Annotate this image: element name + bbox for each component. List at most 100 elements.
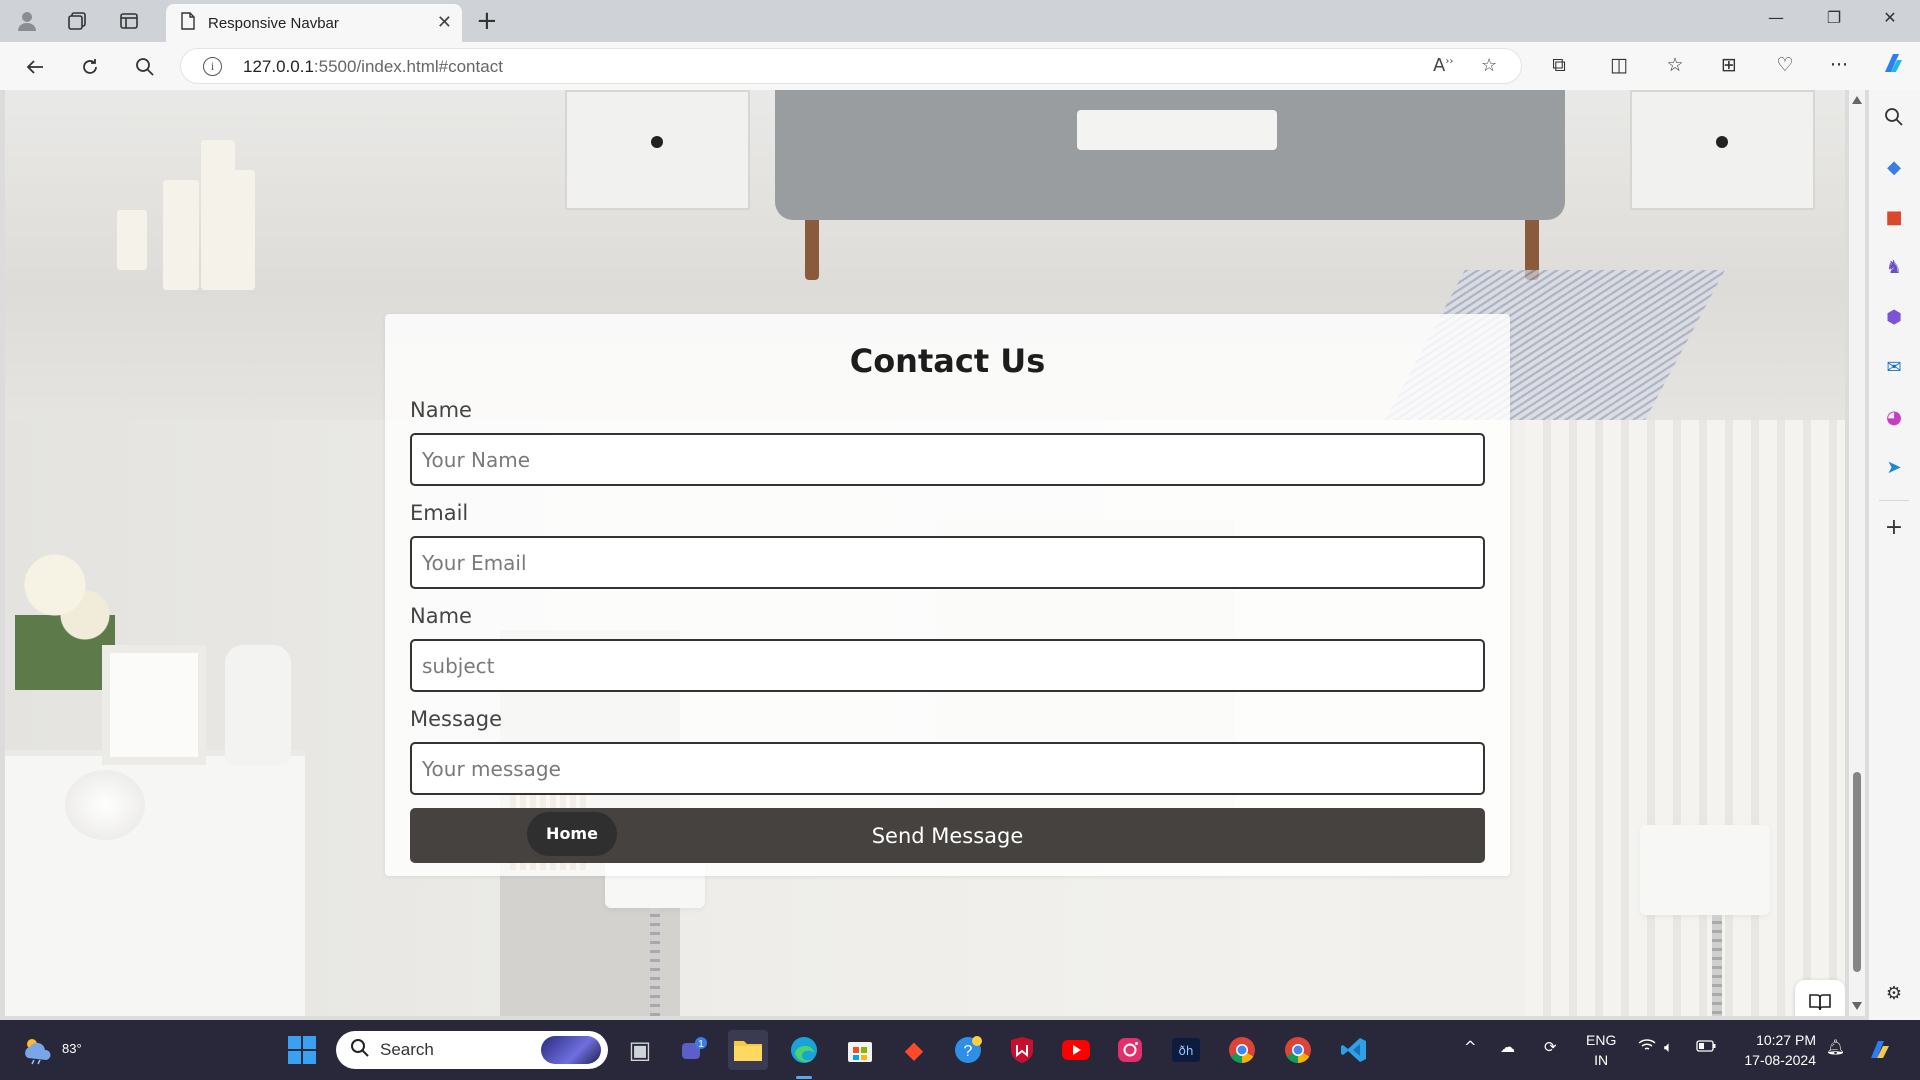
page-icon	[180, 12, 196, 34]
back-icon[interactable]	[20, 52, 50, 82]
url-text: 127.0.0.1:5500/index.html#contact	[243, 57, 503, 76]
svg-text:?: ?	[964, 1043, 973, 1060]
close-window-icon[interactable]: ✕	[1870, 8, 1910, 27]
search-icon[interactable]	[130, 52, 160, 82]
onedrive-icon[interactable]: ☁	[1500, 1038, 1515, 1056]
subject-input[interactable]	[410, 639, 1485, 692]
system-clock[interactable]: 10:27 PM 17-08-2024	[1740, 1030, 1816, 1070]
pitcher	[225, 645, 291, 765]
help-icon[interactable]: ?	[948, 1030, 988, 1070]
search-placeholder: Search	[380, 1040, 434, 1059]
minimize-icon[interactable]: —	[1756, 8, 1796, 27]
home-button[interactable]: Home	[527, 812, 617, 856]
more-menu-icon[interactable]: ···	[1824, 54, 1854, 76]
chrome-profile-icon[interactable]	[1278, 1030, 1318, 1070]
taskbar-search[interactable]: Search	[336, 1031, 608, 1069]
subject-label: Name	[410, 604, 472, 628]
sidebar-search-icon[interactable]	[1881, 104, 1907, 130]
favorites-icon[interactable]: ☆	[1660, 54, 1690, 76]
sync-icon[interactable]: ⟳	[1544, 1038, 1557, 1056]
sofa-leg	[805, 220, 819, 280]
search-icon	[350, 1038, 370, 1063]
vertical-tabs-icon[interactable]	[114, 6, 144, 36]
candle	[117, 210, 147, 270]
add-sidebar-app-icon[interactable]: +	[1881, 514, 1907, 540]
side-table	[1077, 110, 1277, 150]
refresh-icon[interactable]	[75, 52, 105, 82]
scroll-down-arrow[interactable]	[1852, 1002, 1862, 1010]
language-line2: IN	[1594, 1052, 1609, 1068]
page-scrollbar[interactable]	[1849, 90, 1865, 1016]
file-explorer-icon[interactable]	[728, 1030, 768, 1070]
tab-strip: Responsive Navbar ✕ + — ❐ ✕	[0, 0, 1920, 42]
page-viewport: Contact Us Name Email Name Message Send …	[5, 90, 1845, 1016]
immersive-reader-icon[interactable]	[1795, 980, 1845, 1016]
address-bar[interactable]: i 127.0.0.1:5500/index.html#contact A›› …	[180, 48, 1522, 84]
message-input[interactable]	[410, 742, 1485, 795]
clock-time: 10:27 PM	[1756, 1032, 1816, 1048]
weather-widget[interactable]: 83°	[22, 1032, 82, 1068]
name-input[interactable]	[410, 433, 1485, 486]
sidebar-settings-icon[interactable]: ⚙	[1881, 980, 1907, 1006]
browser-essentials-icon[interactable]: ♡	[1770, 54, 1800, 76]
lamp-base	[650, 908, 660, 1016]
tools-briefcase-icon[interactable]: ■	[1881, 204, 1907, 230]
svg-text:ðh: ðh	[1179, 1044, 1194, 1058]
notifications-icon[interactable]: 🔔︎	[1826, 1038, 1845, 1056]
devhome-icon[interactable]: ðh	[1166, 1030, 1206, 1070]
lamp-right	[1640, 825, 1770, 915]
microsoft-store-icon[interactable]	[840, 1030, 880, 1070]
knob	[1716, 136, 1728, 148]
site-info-icon[interactable]: i	[203, 57, 222, 76]
flower-vase	[15, 540, 115, 690]
collections-icon[interactable]: ⊞	[1714, 54, 1744, 76]
fireplace-ornament	[65, 770, 145, 840]
clock-date: 17-08-2024	[1744, 1052, 1816, 1068]
nightstand-right	[1630, 90, 1815, 210]
battery-icon[interactable]	[1696, 1038, 1716, 1056]
scroll-up-arrow[interactable]	[1852, 96, 1862, 104]
shopping-tag-icon[interactable]: ◆	[1881, 154, 1907, 180]
youtube-icon[interactable]	[1056, 1030, 1096, 1070]
nightstand-left	[565, 90, 750, 210]
new-tab-icon[interactable]: +	[476, 6, 498, 36]
message-label: Message	[410, 707, 503, 731]
games-icon[interactable]: ♞	[1881, 254, 1907, 280]
mcafee-icon[interactable]	[1002, 1030, 1042, 1070]
read-aloud-icon[interactable]: A››	[1433, 55, 1453, 76]
profile-icon[interactable]	[12, 6, 42, 36]
chrome-icon[interactable]	[1222, 1030, 1262, 1070]
edge-browser-icon[interactable]	[784, 1030, 824, 1070]
tab-title: Responsive Navbar	[208, 14, 339, 32]
copilot-icon[interactable]	[1878, 50, 1908, 83]
microsoft-365-icon[interactable]: ⬢	[1881, 304, 1907, 330]
wifi-icon[interactable]	[1638, 1038, 1656, 1056]
picture-frame	[102, 645, 206, 765]
instagram-icon[interactable]	[1110, 1030, 1150, 1070]
split-screen-icon[interactable]: ◫	[1604, 54, 1634, 76]
volume-icon[interactable]: 🔈︎	[1664, 1038, 1673, 1056]
copilot-taskbar-icon[interactable]	[1860, 1030, 1900, 1070]
close-tab-icon[interactable]: ✕	[437, 12, 452, 33]
windows-taskbar: 83° Search ▣ 1 ◆ ? ðh ^ ☁ ⟳ ENG IN 🔈︎ 10…	[0, 1020, 1920, 1080]
language-indicator[interactable]: ENG IN	[1586, 1030, 1616, 1070]
designer-icon[interactable]: ◕	[1881, 404, 1907, 430]
active-indicator	[796, 1076, 812, 1079]
telegram-icon[interactable]: ➤	[1881, 454, 1907, 480]
active-tab[interactable]: Responsive Navbar ✕	[166, 4, 462, 42]
candle	[223, 170, 255, 290]
task-view-icon[interactable]: ▣	[620, 1030, 660, 1070]
restore-icon[interactable]: ❐	[1814, 8, 1854, 27]
show-hidden-icons[interactable]: ^	[1464, 1038, 1477, 1056]
favorite-star-icon[interactable]: ☆	[1481, 55, 1497, 76]
workspaces-icon[interactable]	[62, 6, 92, 36]
windows-start-icon[interactable]	[282, 1030, 322, 1070]
teams-icon[interactable]: 1	[674, 1030, 714, 1070]
email-input[interactable]	[410, 536, 1485, 589]
anydesk-icon[interactable]: ◆	[894, 1030, 934, 1070]
outlook-icon[interactable]: ✉	[1881, 354, 1907, 380]
extensions-icon[interactable]: ⧉	[1544, 54, 1574, 76]
search-highlight-image	[541, 1036, 601, 1064]
vscode-icon[interactable]	[1334, 1030, 1374, 1070]
scroll-thumb[interactable]	[1853, 772, 1861, 972]
